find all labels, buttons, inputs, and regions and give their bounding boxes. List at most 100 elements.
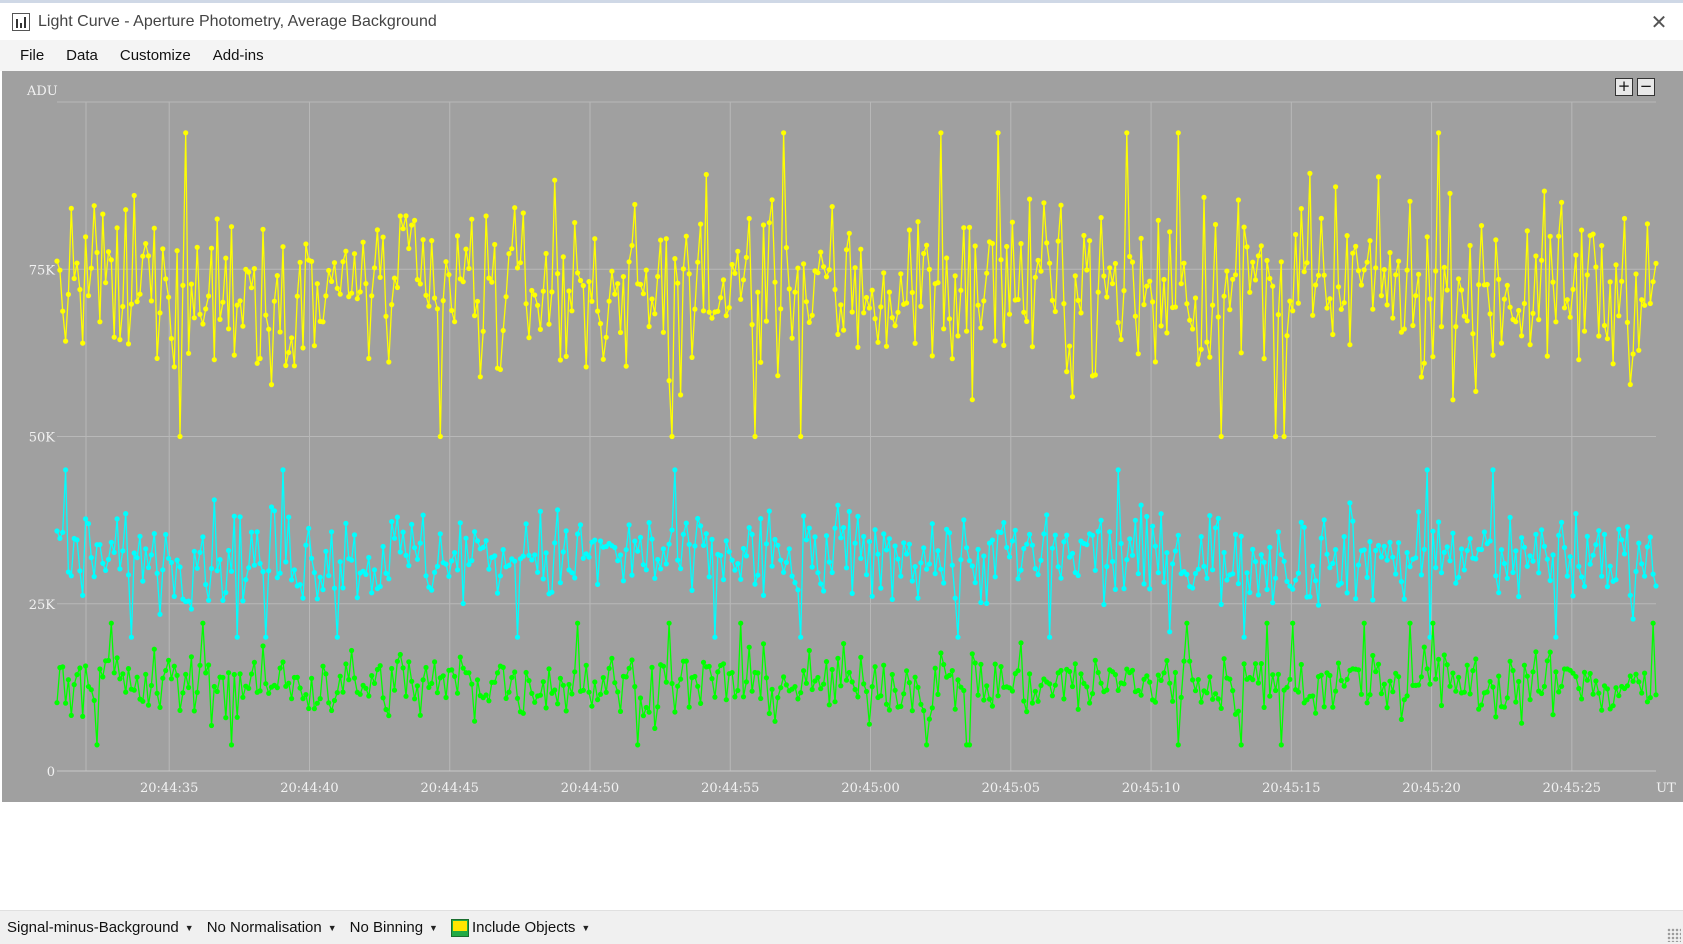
data-point	[1275, 671, 1281, 677]
data-point	[314, 281, 320, 287]
data-point	[946, 530, 953, 536]
data-point	[572, 575, 578, 581]
data-point	[563, 528, 569, 534]
data-point	[577, 277, 584, 284]
data-point	[366, 554, 372, 561]
data-point	[1384, 705, 1390, 711]
data-point	[829, 666, 835, 673]
data-point	[100, 674, 106, 680]
status-bar: Signal-minus-Background ▼ No Normalisati…	[0, 910, 1683, 944]
close-icon[interactable]: ✕	[1645, 9, 1673, 35]
data-point	[883, 701, 890, 707]
data-point	[1092, 567, 1098, 573]
data-point	[1590, 231, 1596, 237]
data-point	[640, 713, 647, 719]
data-point	[54, 258, 60, 264]
data-point	[792, 289, 798, 295]
data-point	[1573, 252, 1579, 258]
include-objects-dropdown[interactable]: Include Objects ▼	[444, 918, 596, 937]
resize-grip-icon[interactable]	[1667, 928, 1681, 942]
data-point	[303, 241, 309, 247]
data-point	[832, 525, 838, 531]
data-point	[1361, 620, 1367, 626]
menu-file[interactable]: File	[0, 47, 55, 64]
data-point	[915, 684, 921, 691]
zoom-out-button[interactable]: −	[1637, 78, 1655, 96]
data-point	[1215, 515, 1221, 521]
light-curve-plot[interactable]: 025K50K75KADU20:44:35 20:44:40 20:44:45 20:…	[2, 71, 1683, 802]
menu-add-ins[interactable]: Add-ins	[202, 47, 275, 64]
normalisation-dropdown[interactable]: No Normalisation ▼	[200, 919, 343, 936]
zoom-in-button[interactable]: +	[1615, 78, 1633, 96]
data-point	[1241, 634, 1247, 640]
data-point	[798, 690, 804, 696]
data-point	[858, 654, 864, 660]
data-point	[1441, 549, 1447, 555]
data-point	[449, 558, 455, 564]
data-point	[866, 539, 873, 545]
data-point	[935, 548, 941, 554]
data-point	[1458, 546, 1465, 552]
data-point	[1364, 259, 1370, 265]
data-point	[580, 687, 586, 693]
data-point	[520, 553, 526, 559]
data-point	[1430, 620, 1436, 626]
data-point	[1355, 562, 1362, 568]
data-point	[692, 306, 698, 312]
data-point	[354, 595, 360, 601]
data-point	[646, 323, 652, 330]
data-point	[414, 683, 420, 689]
data-point	[1504, 575, 1510, 581]
data-point	[838, 302, 844, 308]
data-point	[125, 572, 132, 578]
data-point	[1321, 704, 1327, 710]
data-point	[1547, 233, 1553, 239]
data-point	[1121, 681, 1127, 687]
menu-data[interactable]: Data	[55, 47, 109, 64]
menu-customize[interactable]: Customize	[109, 47, 202, 64]
data-point	[311, 570, 317, 576]
data-point	[1530, 310, 1536, 316]
data-point	[323, 548, 329, 554]
data-point	[1438, 570, 1445, 576]
data-point	[600, 356, 606, 362]
data-point	[861, 533, 867, 540]
data-point	[1647, 300, 1653, 307]
data-point	[740, 545, 747, 552]
data-point	[371, 265, 378, 271]
data-point	[168, 335, 174, 342]
data-point	[391, 535, 398, 541]
mode-dropdown[interactable]: Signal-minus-Background ▼	[0, 919, 200, 936]
binning-dropdown[interactable]: No Binning ▼	[343, 919, 444, 936]
data-point	[1436, 130, 1442, 136]
data-point	[924, 742, 930, 748]
data-point	[1141, 581, 1147, 587]
data-point	[972, 243, 978, 249]
data-point	[277, 570, 283, 576]
data-point	[509, 246, 515, 252]
light-curve-chart[interactable]: 0 25K 50K 75K ADU 20:44:35 20:44:40 20:44:45 20:…	[2, 71, 1683, 802]
data-point	[617, 329, 624, 336]
data-point	[660, 663, 667, 669]
data-point	[1504, 282, 1510, 288]
data-point	[929, 705, 935, 711]
data-point	[168, 676, 174, 682]
data-point	[975, 692, 981, 698]
data-point	[57, 535, 63, 541]
data-point	[1596, 690, 1602, 696]
data-point	[938, 130, 944, 136]
data-point	[517, 260, 524, 266]
data-point	[952, 706, 958, 712]
data-point	[1487, 678, 1493, 685]
data-point	[309, 258, 315, 264]
y-axis-label: ADU	[26, 84, 58, 99]
data-point	[632, 684, 638, 690]
data-point	[369, 293, 375, 299]
data-point	[823, 274, 830, 280]
data-point	[1250, 546, 1256, 552]
data-point	[775, 542, 781, 548]
data-point	[1521, 544, 1527, 550]
data-point	[892, 323, 898, 329]
data-point	[592, 537, 598, 543]
data-point	[71, 682, 77, 688]
